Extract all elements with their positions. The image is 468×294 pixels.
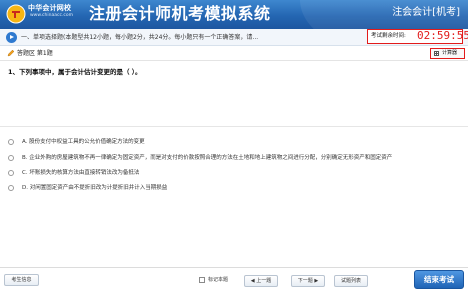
option-text: C. 坏账损失的核算方法由直接转销法改为备抵法 (22, 170, 140, 176)
flag-checkbox[interactable] (199, 277, 205, 283)
question-list-button[interactable]: 试题列表 (334, 275, 368, 287)
logo-icon (6, 4, 26, 24)
exam-name: 注会会计[机考] (392, 7, 460, 18)
option-text: D. 对闲置固定资产由不提折旧改为计提折旧并计入当期损益 (22, 185, 168, 191)
candidate-info-button[interactable]: 考生信息 (4, 274, 39, 286)
flag-label[interactable]: 标记本题 (208, 276, 228, 284)
system-title: 注册会计师机考模拟系统 (89, 4, 271, 23)
option-text: B. 企业外购的房屋建筑物不再一律确定为固定资产，而是对支付的价款按照合理的方法… (22, 155, 393, 161)
countdown-timer: 考试剩余时间: 02:59:55 (367, 29, 468, 44)
timer-value: 02:59:55 (417, 29, 468, 42)
expand-arrow-icon[interactable] (6, 32, 17, 43)
radio-button[interactable] (8, 185, 14, 191)
prev-button[interactable]: ◀ 上一题 (244, 275, 278, 287)
calculator-icon (434, 51, 439, 56)
app-header: 中华会计网校 www.chinaacc.com 注册会计师机考模拟系统 注会会计… (0, 0, 468, 29)
end-exam-button[interactable]: 结束考试 (414, 270, 464, 289)
brand-url: www.chinaacc.com (30, 13, 73, 18)
answer-area-bar: 答题区 第1题 (0, 46, 468, 61)
answer-area-label: 答题区 第1题 (17, 50, 53, 57)
radio-button[interactable] (8, 155, 14, 161)
calculator-button[interactable]: 计算器 (430, 48, 465, 59)
question-type-text: 一、单项选择题(本题型共12小题，每小题2分，共24分。每小题只有一个正确答案，… (21, 34, 259, 41)
option-text: A. 股份支付中权益工具的公允价值确定方法的变更 (22, 139, 145, 145)
calculator-label: 计算器 (442, 50, 458, 56)
footer-divider (0, 267, 468, 268)
pencil-icon (7, 49, 15, 57)
divider (0, 126, 468, 127)
radio-button[interactable] (8, 170, 14, 176)
question-text: 1、下列事项中，属于会计估计变更的是（ ）。 (8, 68, 142, 76)
brand-name: 中华会计网校 (28, 4, 72, 12)
timer-label: 考试剩余时间: (371, 33, 406, 39)
radio-button[interactable] (8, 139, 14, 145)
next-button[interactable]: 下一题 ▶ (291, 275, 325, 287)
